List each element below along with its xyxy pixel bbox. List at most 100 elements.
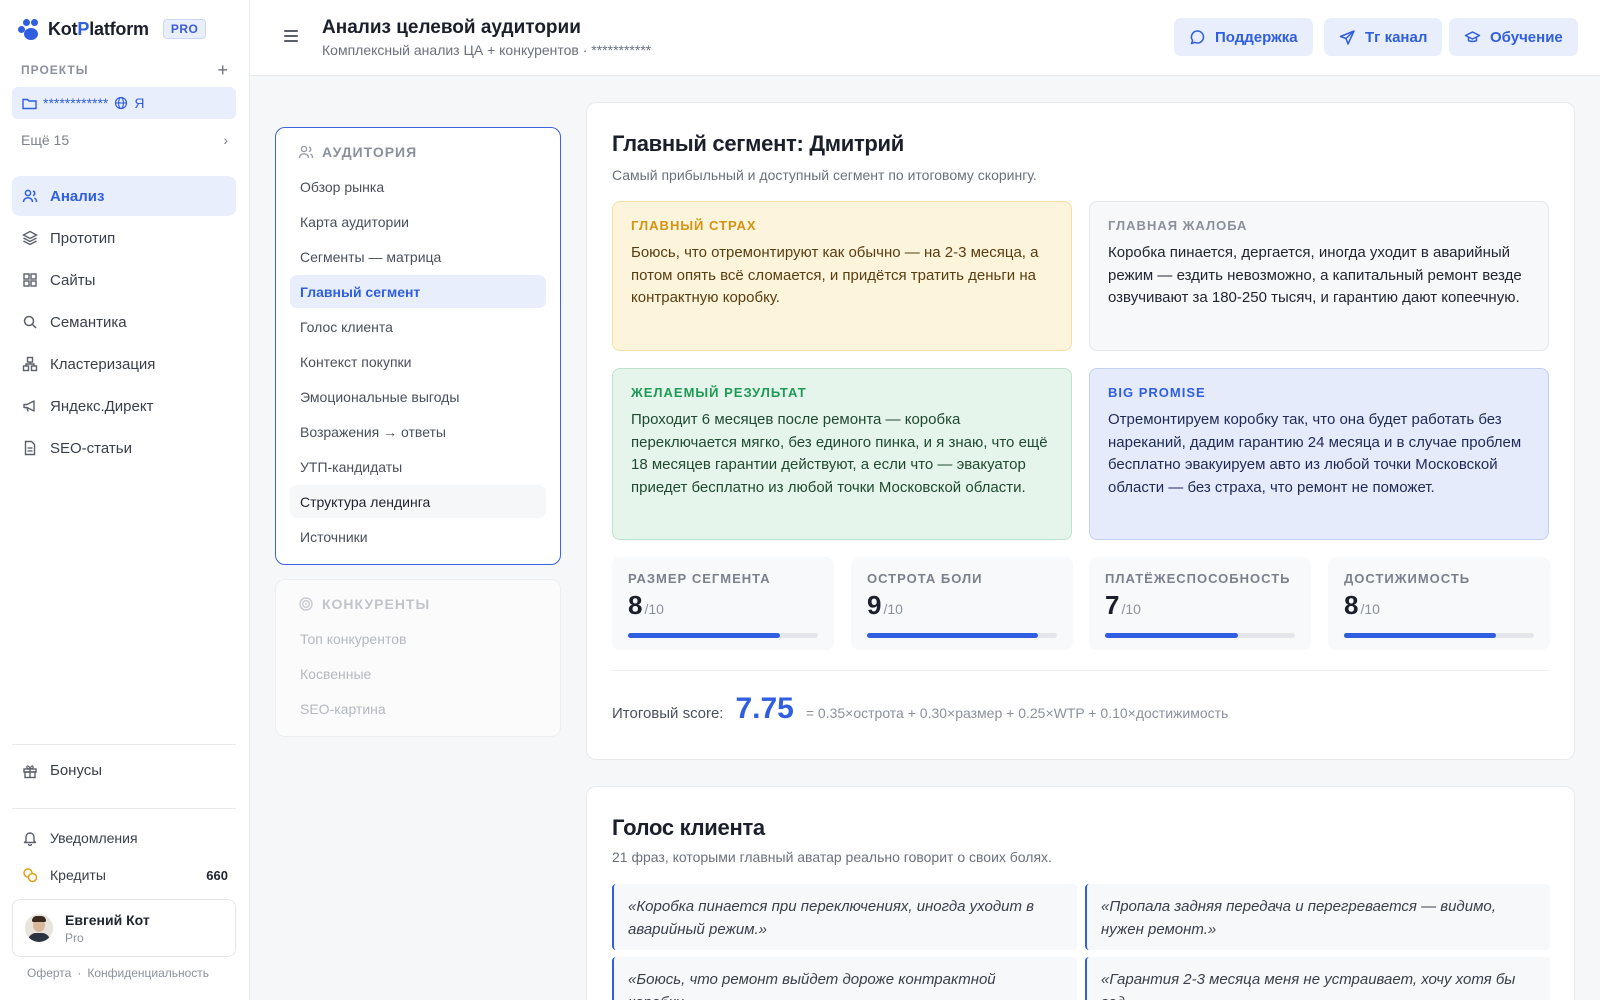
document-icon xyxy=(22,440,38,456)
sidebar: KotPlatform PRO ПРОЕКТЫ + ************ Я… xyxy=(0,0,250,1000)
subnav-item-main-segment[interactable]: Главный сегмент xyxy=(290,275,546,308)
gift-icon xyxy=(23,764,37,778)
coins-icon xyxy=(23,868,38,883)
project-name: ************ xyxy=(43,95,109,111)
subnav-item-landing-structure[interactable]: Структура лендинга xyxy=(290,485,546,518)
competitors-subnav: КОНКУРЕНТЫ Топ конкурентов Косвенные SEO… xyxy=(275,579,561,737)
main-segment-card: Главный сегмент: Дмитрий Самый прибыльны… xyxy=(586,102,1575,760)
credits-row[interactable]: Кредиты 660 xyxy=(22,867,228,883)
metric-label: ОСТРОТА БОЛИ xyxy=(867,571,983,586)
users-icon xyxy=(22,188,38,204)
subnav-item-usp-candidates[interactable]: УТП-кандидаты xyxy=(290,450,546,483)
nav-item-label: Яндекс.Директ xyxy=(50,397,154,415)
page-title: Анализ целевой аудитории xyxy=(322,17,581,38)
metric-max: /10 xyxy=(1360,601,1380,617)
credits-label: Кредиты xyxy=(50,867,106,883)
nav-item-semantics[interactable]: Семантика xyxy=(12,302,236,342)
subnav-item-sources[interactable]: Источники xyxy=(290,520,546,553)
total-score: Итоговый score: 7.75 = 0.35×острота + 0.… xyxy=(612,692,1228,726)
subnav-item-top-competitors[interactable]: Топ конкурентов xyxy=(290,622,546,655)
subnav-item-audience-map[interactable]: Карта аудитории xyxy=(290,205,546,238)
globe-icon xyxy=(115,96,128,110)
result-text: Проходит 6 месяцев после ремонта — короб… xyxy=(631,411,1048,496)
user-card[interactable]: Евгений Кот Pro xyxy=(12,899,236,957)
fear-kicker: ГЛАВНЫЙ СТРАХ xyxy=(631,218,757,233)
result-kicker: ЖЕЛАЕМЫЙ РЕЗУЛЬТАТ xyxy=(631,385,807,400)
avatar xyxy=(25,914,53,942)
folder-icon xyxy=(22,98,37,109)
bonus-link[interactable]: Бонусы xyxy=(22,762,102,779)
metric-bar-fill xyxy=(628,633,780,638)
desired-result-box: ЖЕЛАЕМЫЙ РЕЗУЛЬТАТ Проходит 6 месяцев по… xyxy=(612,368,1072,540)
subnav-item-customer-voice[interactable]: Голос клиента xyxy=(290,310,546,343)
support-button-label: Поддержка xyxy=(1215,28,1298,46)
metric-value: 9 xyxy=(867,590,882,620)
learning-button-label: Обучение xyxy=(1490,28,1563,46)
nav-item-yandex-direct[interactable]: Яндекс.Директ xyxy=(12,386,236,426)
legal-links: Оферта · Конфиденциальность xyxy=(27,966,209,980)
subnav-item-emotional-benefits[interactable]: Эмоциональные выгоды xyxy=(290,380,546,413)
voice-title: Голос клиента xyxy=(612,815,765,840)
subnav-item-seo-picture[interactable]: SEO-картина xyxy=(290,692,546,725)
metric-label: ДОСТИЖИМОСТЬ xyxy=(1344,571,1471,586)
nav-item-prototype[interactable]: Прототип xyxy=(12,218,236,258)
quote-item: «Боюсь, что ремонт выйдет дороже контрак… xyxy=(612,957,1077,1000)
layers-icon xyxy=(22,230,38,246)
metric-max: /10 xyxy=(1121,601,1141,617)
learning-button[interactable]: Обучение xyxy=(1449,18,1578,56)
main-fear-box: ГЛАВНЫЙ СТРАХ Боюсь, что отремонтируют к… xyxy=(612,201,1072,351)
support-button[interactable]: Поддержка xyxy=(1174,18,1313,56)
current-project[interactable]: ************ Я xyxy=(12,87,236,119)
telegram-channel-button[interactable]: Тг канал xyxy=(1324,18,1443,56)
more-projects[interactable]: Ещё 15 › xyxy=(21,132,228,148)
nav-item-analysis[interactable]: Анализ xyxy=(12,176,236,216)
metric-bar-fill xyxy=(867,633,1038,638)
pro-badge: PRO xyxy=(162,19,207,39)
subnav-item-objections[interactable]: Возражения → ответы xyxy=(290,415,546,448)
graduation-icon xyxy=(1464,30,1481,42)
quote-item: «Гарантия 2-3 месяца меня не устраивает,… xyxy=(1085,957,1550,1000)
projects-label: ПРОЕКТЫ xyxy=(21,63,89,77)
target-icon xyxy=(299,597,313,611)
big-promise-box: BIG PROMISE Отремонтируем коробку так, ч… xyxy=(1089,368,1549,540)
competitors-heading: КОНКУРЕНТЫ xyxy=(322,596,431,612)
search-icon xyxy=(22,314,38,330)
notifications-link[interactable]: Уведомления xyxy=(22,830,138,846)
nav-item-clustering[interactable]: Кластеризация xyxy=(12,344,236,384)
subnav-item-segment-matrix[interactable]: Сегменты — матрица xyxy=(290,240,546,273)
privacy-link[interactable]: Конфиденциальность xyxy=(87,966,209,980)
main-nav: Анализ Прототип Сайты Семантика Кластери… xyxy=(12,176,236,470)
fear-text: Боюсь, что отремонтируют как обычно — на… xyxy=(631,244,1039,306)
sidebar-divider xyxy=(12,744,236,745)
offer-link[interactable]: Оферта xyxy=(27,966,71,980)
add-project-icon[interactable]: + xyxy=(217,61,228,79)
brand-name: KotPlatform xyxy=(48,18,149,39)
quote-item: «Пропала задняя передача и перегревается… xyxy=(1085,884,1550,950)
user-name: Евгений Кот xyxy=(65,911,150,928)
subnav-item-indirect[interactable]: Косвенные xyxy=(290,657,546,690)
metric-pain-severity: ОСТРОТА БОЛИ 9/10 xyxy=(851,557,1073,650)
nav-item-label: Прототип xyxy=(50,229,116,247)
menu-icon[interactable] xyxy=(284,30,298,45)
complaint-text: Коробка пинается, дергается, иногда уход… xyxy=(1108,244,1522,306)
project-engine: Я xyxy=(134,95,145,111)
metric-value: 8 xyxy=(1344,590,1359,620)
metric-max: /10 xyxy=(644,601,664,617)
credits-value: 660 xyxy=(206,867,228,883)
nav-item-label: Анализ xyxy=(50,187,105,205)
subnav-item-purchase-context[interactable]: Контекст покупки xyxy=(290,345,546,378)
telegram-button-label: Тг канал xyxy=(1365,28,1428,46)
audience-heading: АУДИТОРИЯ xyxy=(322,144,418,160)
subnav-item-market-overview[interactable]: Обзор рынка xyxy=(290,170,546,203)
metric-reachability: ДОСТИЖИМОСТЬ 8/10 xyxy=(1328,557,1550,650)
nav-item-seo-articles[interactable]: SEO-статьи xyxy=(12,428,236,468)
nav-item-sites[interactable]: Сайты xyxy=(12,260,236,300)
logo[interactable]: KotPlatform PRO xyxy=(18,16,207,42)
metric-bar-fill xyxy=(1105,633,1238,638)
metric-value: 7 xyxy=(1105,590,1120,620)
sidebar-divider xyxy=(12,808,236,809)
metric-max: /10 xyxy=(883,601,903,617)
send-icon xyxy=(1339,29,1355,45)
metric-bar xyxy=(1344,633,1534,638)
chat-icon xyxy=(1190,29,1205,44)
